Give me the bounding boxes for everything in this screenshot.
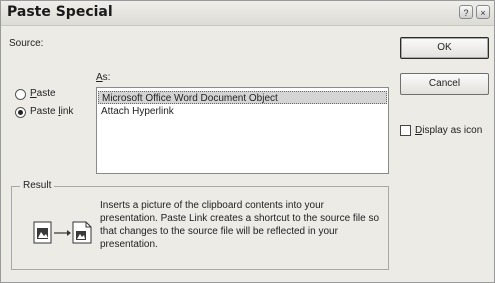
paste-link-radio-label[interactable]: Paste link (30, 106, 73, 117)
display-as-icon-label[interactable]: Display as icon (415, 125, 482, 136)
paste-special-dialog: Paste Special ? × Source: As: Paste Past… (0, 0, 495, 283)
source-label: Source: (9, 38, 44, 49)
as-listbox[interactable]: Microsoft Office Word Document Object At… (96, 87, 389, 174)
paste-radio-label[interactable]: Paste (30, 88, 56, 99)
dialog-title: Paste Special (7, 4, 113, 20)
ok-button[interactable]: OK (400, 37, 489, 59)
radio-selected-dot (18, 110, 23, 115)
cancel-button[interactable]: Cancel (400, 73, 489, 95)
paste-link-radio[interactable] (15, 107, 26, 118)
help-button[interactable]: ? (459, 5, 473, 19)
paste-link-icon (33, 221, 92, 244)
display-as-icon-checkbox[interactable] (400, 125, 411, 136)
list-item[interactable]: Microsoft Office Word Document Object (98, 91, 387, 104)
close-button[interactable]: × (476, 5, 490, 19)
as-label: As: (96, 72, 111, 83)
paste-radio[interactable] (15, 89, 26, 100)
list-item[interactable]: Attach Hyperlink (98, 105, 387, 118)
result-group-title: Result (20, 180, 55, 191)
result-description: Inserts a picture of the clipboard conte… (100, 200, 380, 250)
title-bar: Paste Special ? × (1, 1, 494, 26)
result-group: Result Inserts a picture of the clipboar… (11, 180, 389, 270)
